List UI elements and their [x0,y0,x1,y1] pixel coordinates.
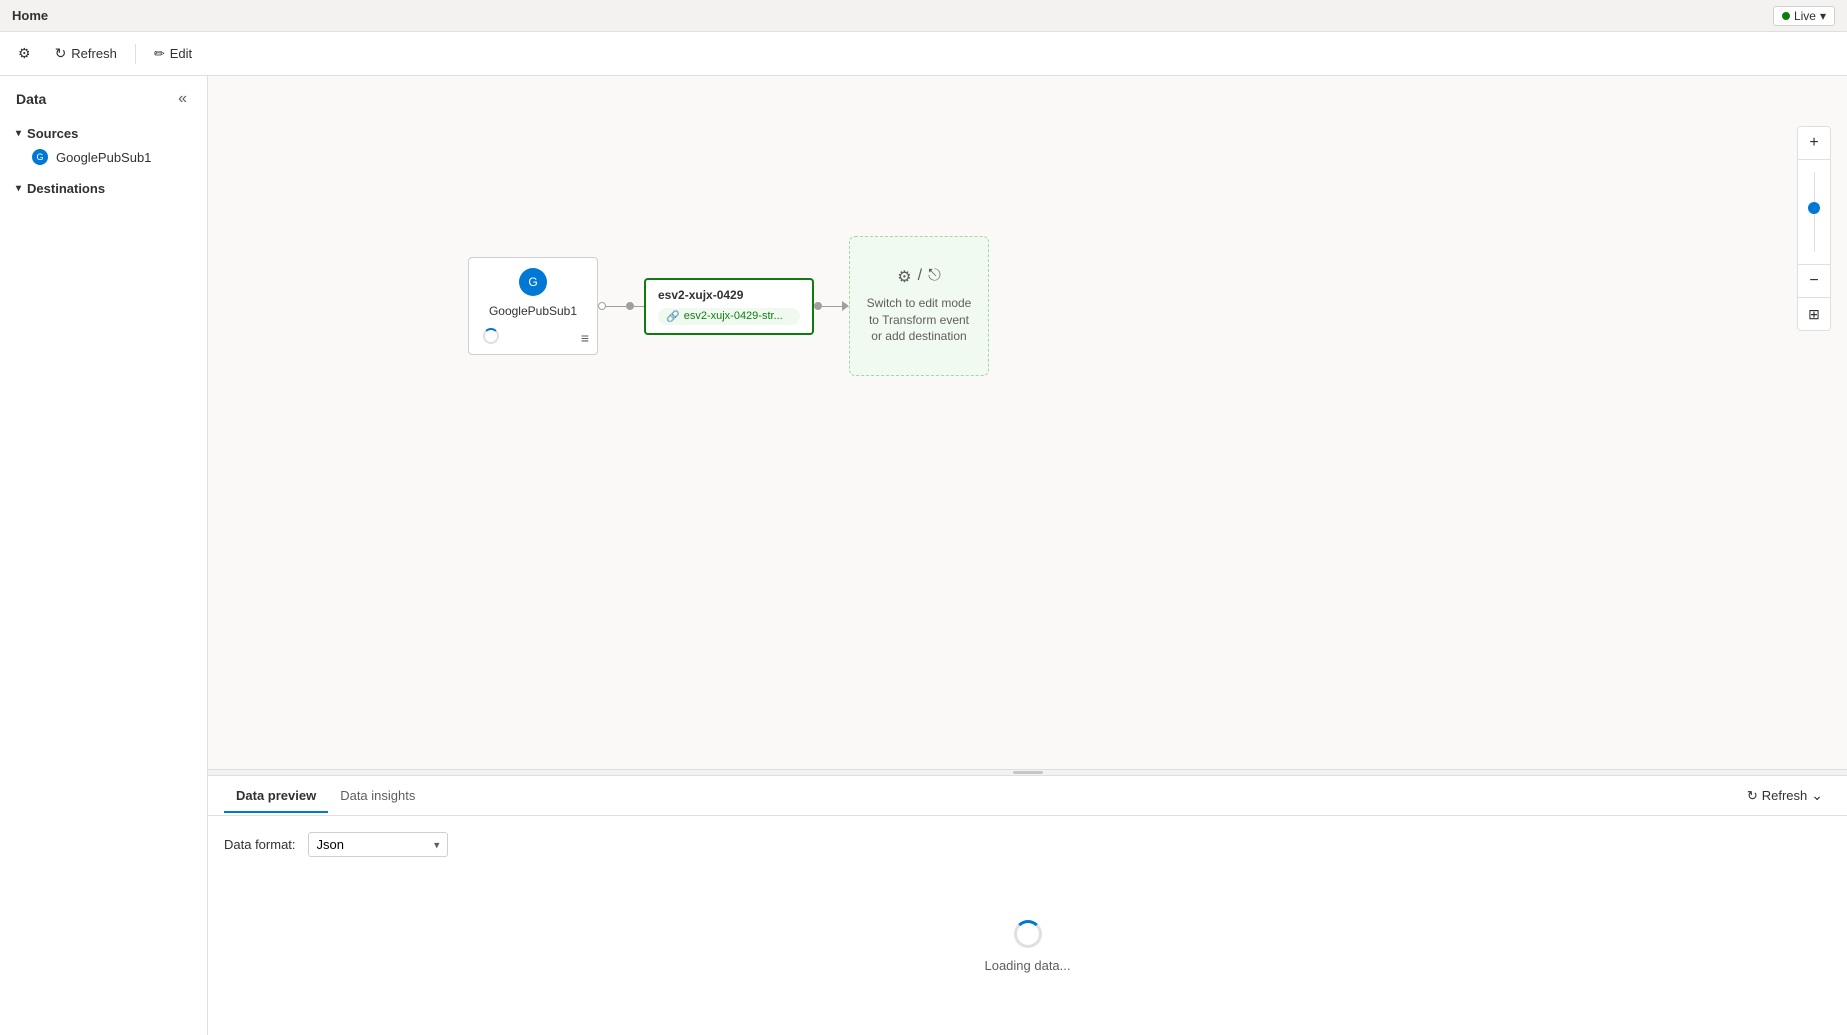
settings-button[interactable] [8,41,41,66]
sources-label: Sources [27,126,78,141]
bottom-refresh-chevron-icon [1811,787,1823,804]
loading-spinner [1014,920,1042,948]
dest-hint-box: ⚙ / ⎋ Switch to edit mode to Transform e… [849,236,989,376]
source-menu-icon[interactable]: ≡ [581,330,589,346]
zoom-slider-track [1814,172,1815,252]
source-node-box[interactable]: G GooglePubSub1 ≡ [468,257,598,355]
live-chevron-icon: ▾ [1820,9,1826,23]
top-bar-right: Live ▾ [1773,6,1835,26]
sources-section: ▾ Sources G GooglePubSub1 [0,118,207,173]
bottom-tabs: Data preview Data insights ↻ Refresh [208,776,1847,816]
sidebar-title: Data [16,91,46,107]
zoom-reset-button[interactable]: ⊞ [1798,298,1830,330]
refresh-icon [55,45,67,62]
sources-chevron-icon: ▾ [16,128,21,139]
event-node[interactable]: esv2-xujx-0429 🔗 esv2-xujx-0429-str... [644,278,814,335]
data-format-select-wrapper: Json CSV Avro ▾ [308,832,448,857]
edit-button[interactable]: Edit [144,42,202,66]
connector-event-to-dest [814,301,849,311]
gear-icon [18,45,31,62]
main-layout: Data « ▾ Sources G GooglePubSub1 ▾ Desti… [0,76,1847,1035]
refresh-label: Refresh [71,46,117,61]
sidebar-header: Data « [0,76,207,118]
live-badge[interactable]: Live ▾ [1773,6,1835,26]
bottom-refresh-icon: ↻ [1747,788,1758,804]
bottom-panel: Data preview Data insights ↻ Refresh Dat… [208,775,1847,1035]
data-format-label: Data format: [224,837,296,852]
sidebar: Data « ▾ Sources G GooglePubSub1 ▾ Desti… [0,76,208,1035]
zoom-slider-container [1814,160,1815,264]
loading-text: Loading data... [984,958,1070,973]
canvas: G GooglePubSub1 ≡ [208,76,1847,769]
data-format-select[interactable]: Json CSV Avro [308,832,448,857]
loading-area: Loading data... [224,873,1831,1019]
bottom-tab-actions: ↻ Refresh [1739,784,1831,807]
zoom-reset-icon: ⊞ [1808,306,1820,323]
zoom-out-button[interactable]: − [1798,265,1830,297]
bottom-refresh-label: Refresh [1762,788,1808,803]
conn-line-1 [606,306,626,307]
event-sub-icon: 🔗 [666,310,680,323]
bottom-refresh-button[interactable]: ↻ Refresh [1739,784,1831,807]
zoom-controls: + − ⊞ [1797,126,1831,331]
source-spinner [483,328,499,344]
toolbar-separator [135,44,136,64]
tab-data-preview[interactable]: Data preview [224,780,328,813]
tab-data-insights-label: Data insights [340,788,415,803]
edit-label: Edit [170,46,192,61]
conn-line-2 [634,306,644,307]
tab-data-insights[interactable]: Data insights [328,780,427,813]
source-icon: G [32,149,48,165]
pipeline: G GooglePubSub1 ≡ [468,236,989,376]
tab-data-preview-label: Data preview [236,788,316,803]
conn-dot-left [598,302,606,310]
conn-dot-right [814,302,822,310]
app-title: Home [12,8,48,23]
edit-icon [154,46,165,62]
source-node: G GooglePubSub1 ≡ [468,257,598,355]
conn-line-3 [822,306,842,307]
source-node-label: GooglePubSub1 [489,304,577,318]
source-node-icon: G [519,268,547,296]
destinations-section: ▾ Destinations [0,173,207,204]
sidebar-item-googlepubsub1[interactable]: G GooglePubSub1 [0,145,207,169]
zoom-in-button[interactable]: + [1798,127,1830,159]
conn-dot-filled [626,302,634,310]
zoom-slider-handle[interactable] [1808,202,1820,214]
event-node-sub-label: esv2-xujx-0429-str... [684,310,783,322]
canvas-area: G GooglePubSub1 ≡ [208,76,1847,1035]
connector-source-to-event [598,302,644,310]
resize-indicator [1013,771,1043,774]
destinations-label: Destinations [27,181,105,196]
event-node-title: esv2-xujx-0429 [658,288,800,302]
dest-hint-icons: ⚙ / ⎋ [897,267,940,287]
sources-section-header[interactable]: ▾ Sources [0,122,207,145]
export-hint-icon: ⎋ [928,267,941,287]
live-dot [1782,12,1790,20]
bottom-content: Data format: Json CSV Avro ▾ Loading dat… [208,816,1847,1035]
conn-arrow [842,301,849,311]
data-format-row: Data format: Json CSV Avro ▾ [224,832,1831,857]
slash-hint-icon: / [918,267,922,287]
event-node-sub: 🔗 esv2-xujx-0429-str... [658,308,800,325]
live-label: Live [1794,9,1816,23]
dest-hint-text: Switch to edit mode to Transform event o… [862,295,976,345]
gear-hint-icon: ⚙ [897,267,911,287]
sidebar-collapse-button[interactable]: « [174,88,191,110]
top-bar: Home Live ▾ [0,0,1847,32]
toolbar: Refresh Edit [0,32,1847,76]
source-item-label: GooglePubSub1 [56,150,151,165]
destinations-section-header[interactable]: ▾ Destinations [0,177,207,200]
destinations-chevron-icon: ▾ [16,183,21,194]
refresh-button[interactable]: Refresh [45,41,127,66]
